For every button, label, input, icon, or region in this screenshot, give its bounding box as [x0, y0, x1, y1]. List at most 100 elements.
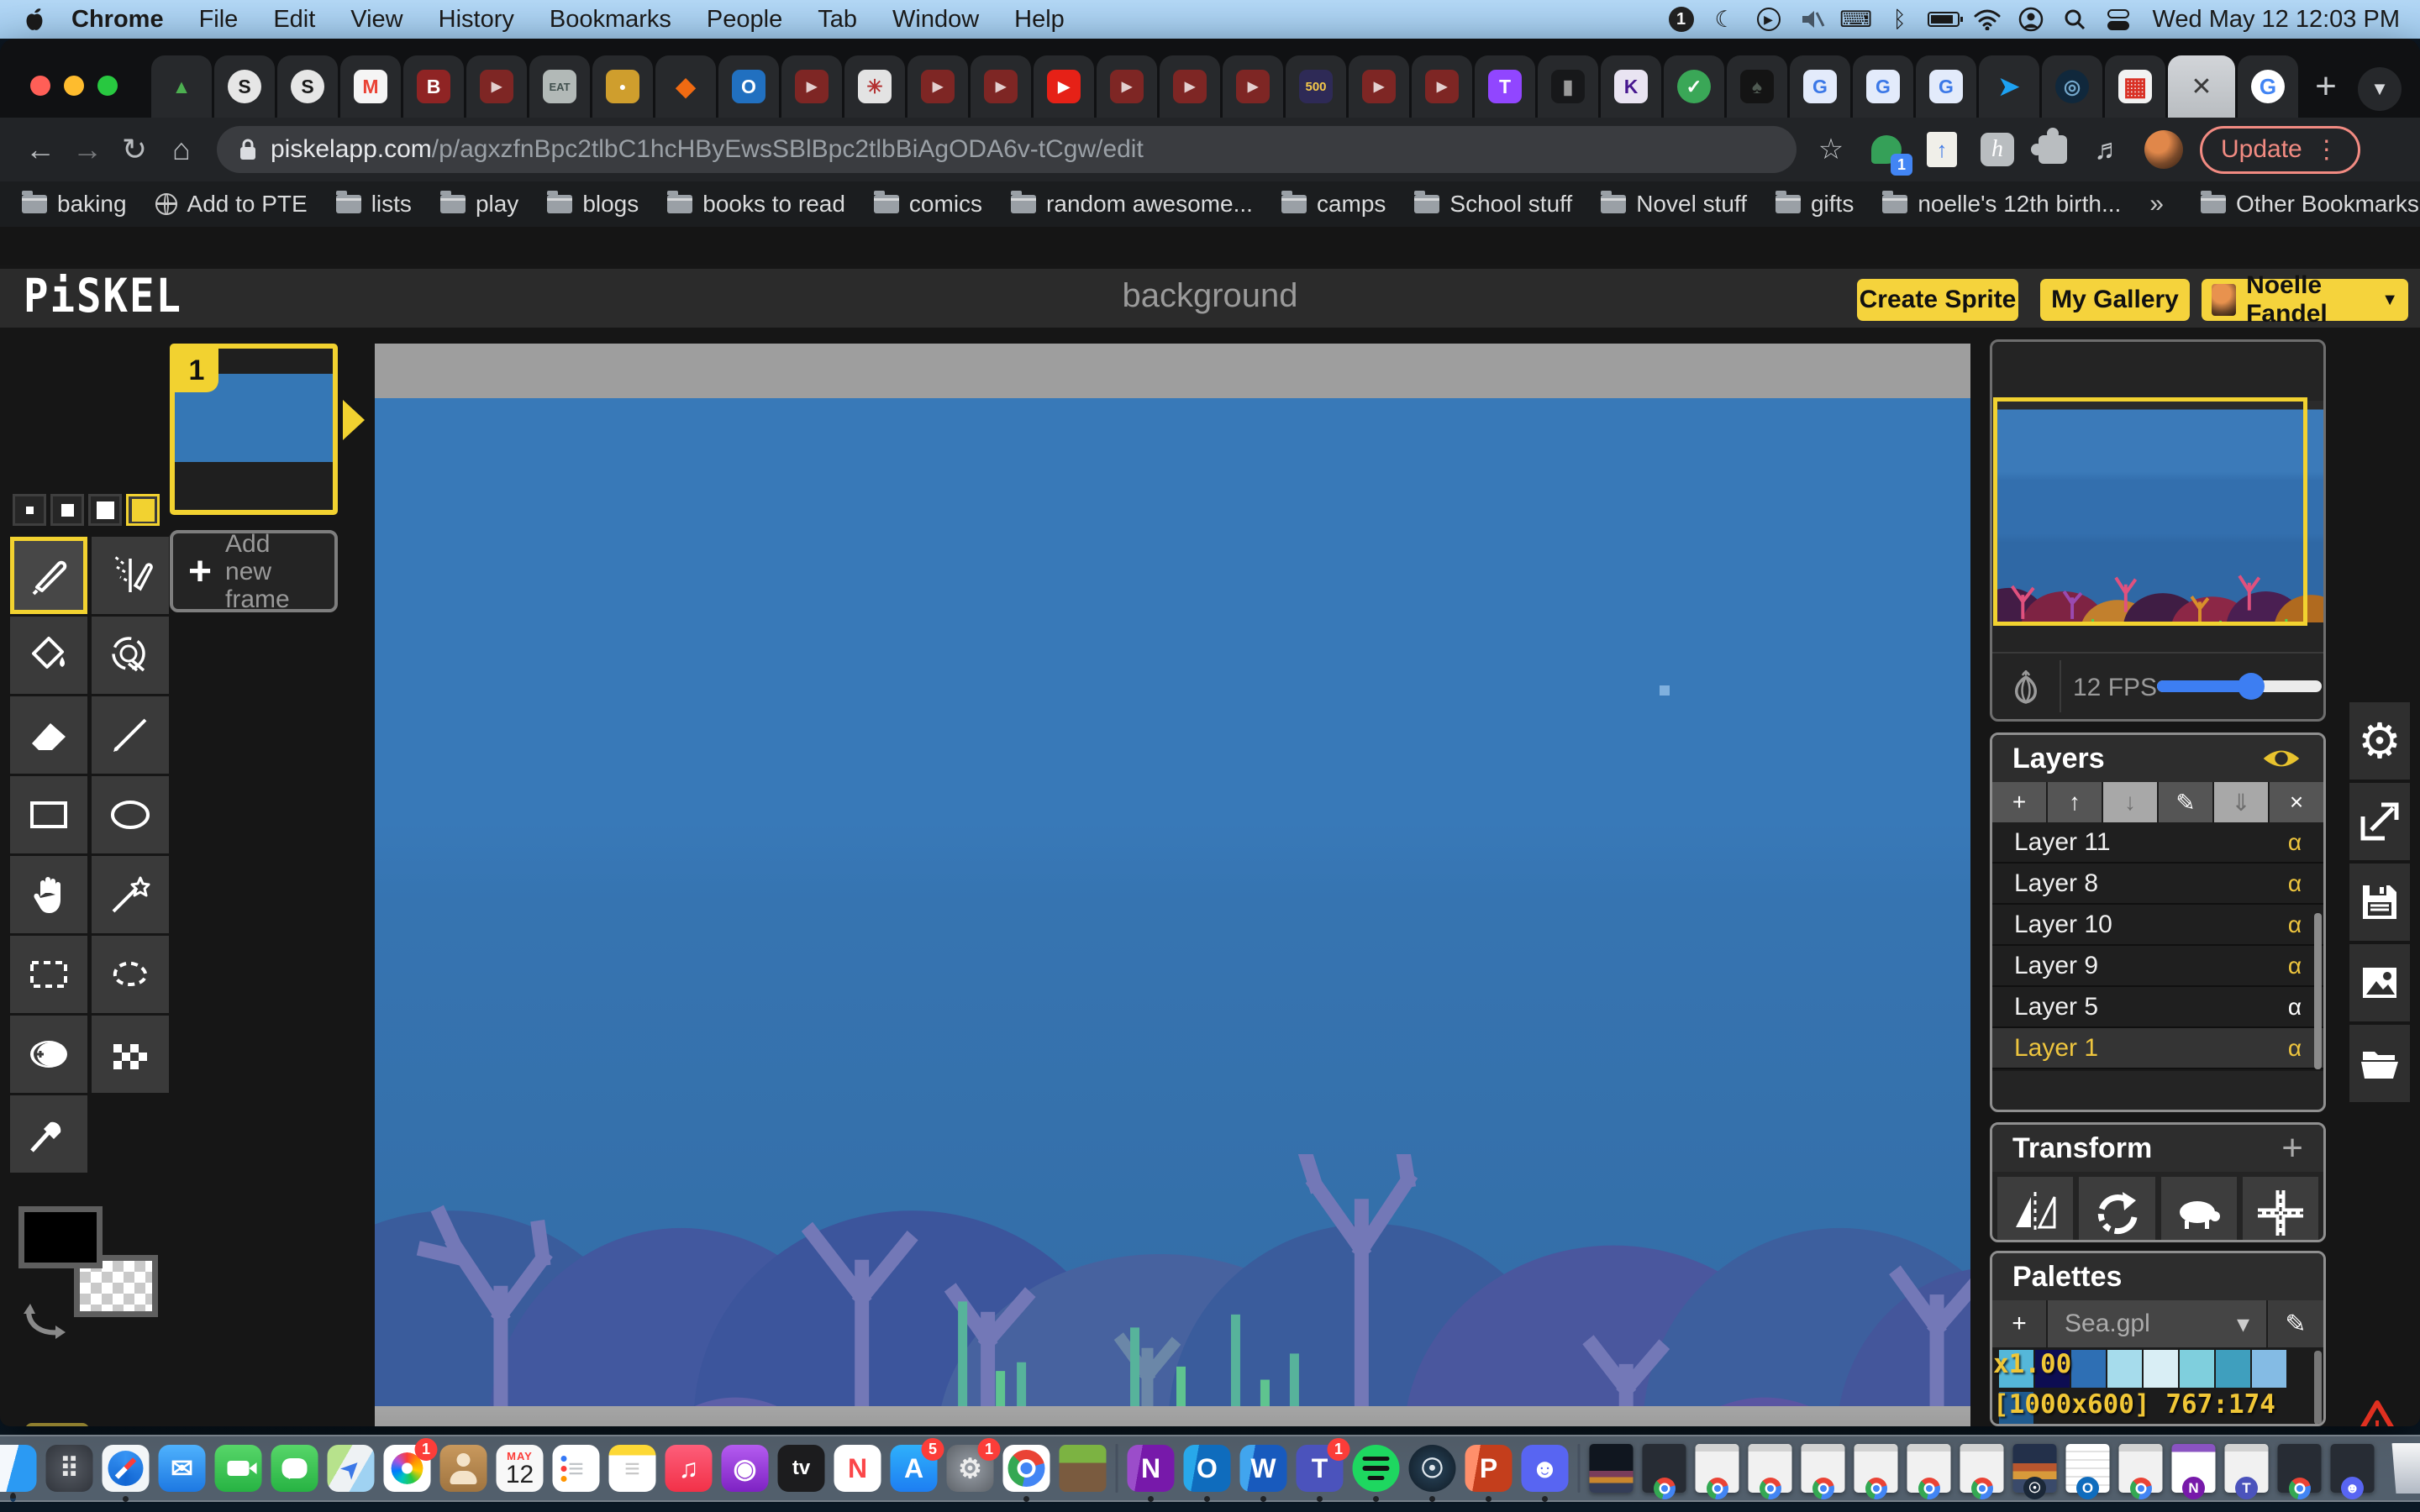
bookmarks-overflow-chevron[interactable]: »	[2149, 190, 2164, 218]
apple-logo-icon[interactable]	[24, 7, 45, 32]
keyboard-switcher-icon[interactable]: ⌨	[1840, 5, 1872, 34]
dock-finder[interactable]	[0, 1445, 37, 1492]
minimized-window[interactable]: N	[2172, 1444, 2216, 1493]
alpha-toggle[interactable]: α	[2288, 829, 2302, 856]
pinned-tab-bulb[interactable]: ●	[592, 55, 653, 118]
pinned-tab-snowflake[interactable]: ✳	[844, 55, 905, 118]
fps-slider-thumb[interactable]	[2238, 673, 2265, 700]
tool-dithering[interactable]	[92, 1016, 169, 1093]
keyboard-shortcuts-icon[interactable]	[25, 1423, 89, 1426]
layer-visibility-eye-icon[interactable]	[2260, 744, 2303, 773]
my-gallery-button[interactable]: My Gallery	[2040, 279, 2190, 321]
pinned-tab-youtube[interactable]: ▶	[781, 55, 842, 118]
alpha-toggle[interactable]: α	[2288, 1035, 2302, 1062]
dock-outlook[interactable]: O	[1184, 1445, 1231, 1492]
minimized-window[interactable]	[1590, 1444, 1634, 1493]
bookmark-blogs[interactable]: blogs	[547, 191, 639, 218]
bookmark-play[interactable]: play	[440, 191, 518, 218]
delete-layer-button[interactable]: ×	[2270, 782, 2323, 822]
tool-vertical-mirror-pen[interactable]	[92, 537, 169, 614]
piskel-logo[interactable]: PiSKEL	[24, 270, 182, 323]
close-tab-icon[interactable]: ✕	[2191, 72, 2212, 102]
extensions-puzzle-icon[interactable]	[2033, 130, 2072, 169]
center-tool-button[interactable]	[2243, 1177, 2318, 1242]
menubar-clock[interactable]: Wed May 12 12:03 PM	[2146, 6, 2400, 34]
minimized-window[interactable]: ☉	[2013, 1444, 2057, 1493]
layer-row-8[interactable]: Layer 8α	[1992, 864, 2323, 905]
spotlight-search-icon[interactable]	[2059, 5, 2091, 34]
mute-icon[interactable]	[1797, 5, 1828, 34]
bookmark-baking[interactable]: baking	[22, 191, 127, 218]
dock-photos[interactable]: 1	[384, 1445, 431, 1492]
layer-row-11[interactable]: Layer 11α	[1992, 822, 2323, 864]
dock-minecraft[interactable]	[1060, 1445, 1107, 1492]
menu-window[interactable]: Window	[875, 6, 997, 34]
pinned-tab-flame[interactable]: ◆	[655, 55, 716, 118]
primary-color-swatch[interactable]	[18, 1206, 103, 1268]
open-button[interactable]	[2349, 1025, 2410, 1102]
tab-google[interactable]: G	[2238, 55, 2298, 118]
add-new-frame-button[interactable]: + Add new frame	[170, 530, 338, 612]
tool-stroke[interactable]	[92, 696, 169, 774]
pinned-tab-classroom[interactable]: G	[1853, 55, 1913, 118]
menu-file[interactable]: File	[182, 6, 256, 34]
pinned-tab-plan-to-eat[interactable]: EAT	[529, 55, 590, 118]
bookmark-star-icon[interactable]: ☆	[1812, 130, 1850, 169]
notification-badge-icon[interactable]: 1	[1665, 5, 1697, 34]
address-bar[interactable]: piskelapp.com/p/agxzfnBpc2tlbC1hcHByEwsS…	[217, 126, 1797, 173]
layer-row-1-selected[interactable]: Layer 1α	[1992, 1028, 2323, 1069]
palette-color[interactable]	[2216, 1350, 2250, 1388]
pinned-tab-youtube[interactable]: ▶	[1223, 55, 1283, 118]
chat-extension-icon[interactable]: 1	[1867, 130, 1906, 169]
zoom-window-button[interactable]	[97, 76, 118, 96]
create-sprite-button[interactable]: Create Sprite	[1857, 279, 2018, 321]
pinned-tab-kahoot[interactable]: K	[1601, 55, 1661, 118]
profile-avatar[interactable]	[2144, 130, 2183, 169]
sprite-sky[interactable]	[375, 398, 1970, 1406]
minimized-window[interactable]: ☻	[2331, 1444, 2375, 1493]
dock-maps[interactable]: ➤	[328, 1445, 375, 1492]
dock-teams[interactable]: T1	[1297, 1445, 1344, 1492]
dock-podcasts[interactable]: ◉	[722, 1445, 769, 1492]
tool-lasso-selection[interactable]	[92, 936, 169, 1013]
minimized-window[interactable]	[1643, 1444, 1686, 1493]
bookmark-school-stuff[interactable]: School stuff	[1414, 191, 1572, 218]
user-account-icon[interactable]	[2015, 5, 2047, 34]
merge-layer-button[interactable]: ⇓	[2214, 782, 2268, 822]
dock-mail[interactable]: ✉	[159, 1445, 206, 1492]
dock-notes[interactable]: ≡	[609, 1445, 656, 1492]
pinned-tab-pepper[interactable]: ♠	[1727, 55, 1787, 118]
pinned-tab-globe[interactable]: ◎	[2042, 55, 2102, 118]
layers-scrollbar[interactable]	[2314, 913, 2322, 1069]
pinned-tab-video[interactable]: ▮	[1538, 55, 1598, 118]
bookmark-comics[interactable]: comics	[874, 191, 982, 218]
journal-extension-icon[interactable]: ↑	[1923, 130, 1961, 169]
reload-button[interactable]: ↻	[111, 126, 158, 173]
tool-move[interactable]	[10, 856, 87, 933]
tool-colorpicker[interactable]	[10, 1095, 87, 1173]
menu-chrome[interactable]: Chrome	[54, 6, 182, 34]
expand-transform-icon[interactable]: +	[2281, 1127, 2303, 1169]
pinned-tab-twitch[interactable]: T	[1475, 55, 1535, 118]
export-button[interactable]	[2349, 944, 2410, 1021]
update-button[interactable]: Update⋮	[2200, 126, 2360, 174]
fps-slider[interactable]	[2157, 680, 2322, 692]
palette-color[interactable]	[2107, 1350, 2142, 1388]
dock-steam[interactable]: ☉	[1409, 1445, 1456, 1492]
move-layer-up-button[interactable]: ↑	[2048, 782, 2102, 822]
pinned-tab-youtube[interactable]: ▶	[1349, 55, 1409, 118]
minimized-window[interactable]: O	[2066, 1444, 2110, 1493]
tab-search-chevron-button[interactable]: ▼	[2358, 67, 2402, 111]
pinned-tab-wiki[interactable]: S	[277, 55, 338, 118]
clone-tool-button[interactable]	[2161, 1177, 2237, 1242]
palette-color[interactable]	[2252, 1350, 2286, 1388]
alpha-toggle[interactable]: α	[2288, 953, 2302, 979]
bookmark-books-to-read[interactable]: books to read	[667, 191, 845, 218]
onion-skin-icon[interactable]	[2004, 665, 2048, 709]
minimized-window[interactable]: T	[2225, 1444, 2269, 1493]
tool-colorswap[interactable]	[92, 617, 169, 694]
warning-icon[interactable]: !	[2351, 1398, 2403, 1426]
bookmark-noelles-birthday[interactable]: noelle's 12th birth...	[1882, 191, 2121, 218]
pinned-tab-youtube[interactable]: ▶	[1097, 55, 1157, 118]
dock-powerpoint[interactable]: P	[1465, 1445, 1512, 1492]
